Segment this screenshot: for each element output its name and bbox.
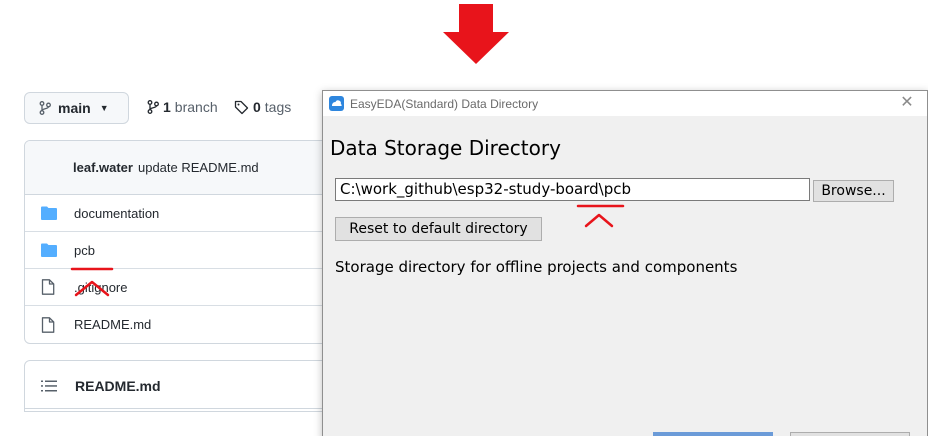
- latest-commit-row: leaf.water update README.md: [25, 141, 343, 195]
- dialog-titlebar[interactable]: EasyEDA(Standard) Data Directory ✕: [323, 91, 927, 116]
- directory-path-input[interactable]: C:\work_github\esp32-study-board\pcb: [335, 178, 810, 201]
- tag-count: 0: [253, 99, 261, 115]
- tag-label: tags: [264, 99, 292, 115]
- cancel-button[interactable]: [790, 432, 910, 436]
- readme-header: README.md: [24, 360, 344, 412]
- dialog-description: Storage directory for offline projects a…: [335, 258, 738, 276]
- branch-name: main: [58, 100, 91, 116]
- divider: [24, 408, 344, 409]
- branches-link[interactable]: 1 branch: [147, 99, 218, 115]
- commit-message[interactable]: update README.md: [138, 160, 259, 175]
- dialog-body: Data Storage Directory C:\work_github\es…: [323, 116, 927, 436]
- folder-icon: [41, 242, 59, 258]
- file-icon: [41, 279, 59, 295]
- git-branch-icon: [39, 101, 51, 115]
- git-branch-icon: [147, 100, 159, 114]
- readme-title: README.md: [75, 378, 161, 394]
- file-name[interactable]: documentation: [74, 206, 159, 221]
- tag-icon: [234, 100, 249, 114]
- underline-mark-annotation: [70, 267, 114, 297]
- branch-label: branch: [174, 99, 218, 115]
- folder-icon: [41, 205, 59, 221]
- caret-down-icon: ▼: [99, 103, 109, 113]
- branch-count: 1: [163, 99, 171, 115]
- dialog-heading: Data Storage Directory: [330, 136, 561, 160]
- commit-author[interactable]: leaf.water: [73, 160, 133, 175]
- browse-button[interactable]: Browse...: [813, 180, 894, 202]
- data-directory-dialog: EasyEDA(Standard) Data Directory ✕ Data …: [322, 90, 928, 436]
- ok-button[interactable]: [653, 432, 773, 436]
- file-row-documentation[interactable]: documentation: [25, 195, 343, 232]
- reset-default-button[interactable]: Reset to default directory: [335, 217, 542, 241]
- easyeda-app-icon: [329, 96, 344, 111]
- file-list: leaf.water update README.md documentatio…: [24, 140, 344, 344]
- file-icon: [41, 316, 59, 333]
- down-arrow-annotation: [443, 4, 509, 64]
- file-row-readme[interactable]: README.md: [25, 306, 343, 343]
- tags-link[interactable]: 0 tags: [234, 99, 291, 115]
- file-name[interactable]: README.md: [74, 317, 151, 332]
- underline-mark-annotation: [576, 204, 625, 228]
- dialog-title: EasyEDA(Standard) Data Directory: [350, 96, 539, 111]
- branch-selector-button[interactable]: main ▼: [24, 92, 129, 124]
- close-icon[interactable]: ✕: [899, 94, 915, 112]
- file-name[interactable]: pcb: [74, 243, 95, 258]
- list-icon[interactable]: [41, 380, 57, 392]
